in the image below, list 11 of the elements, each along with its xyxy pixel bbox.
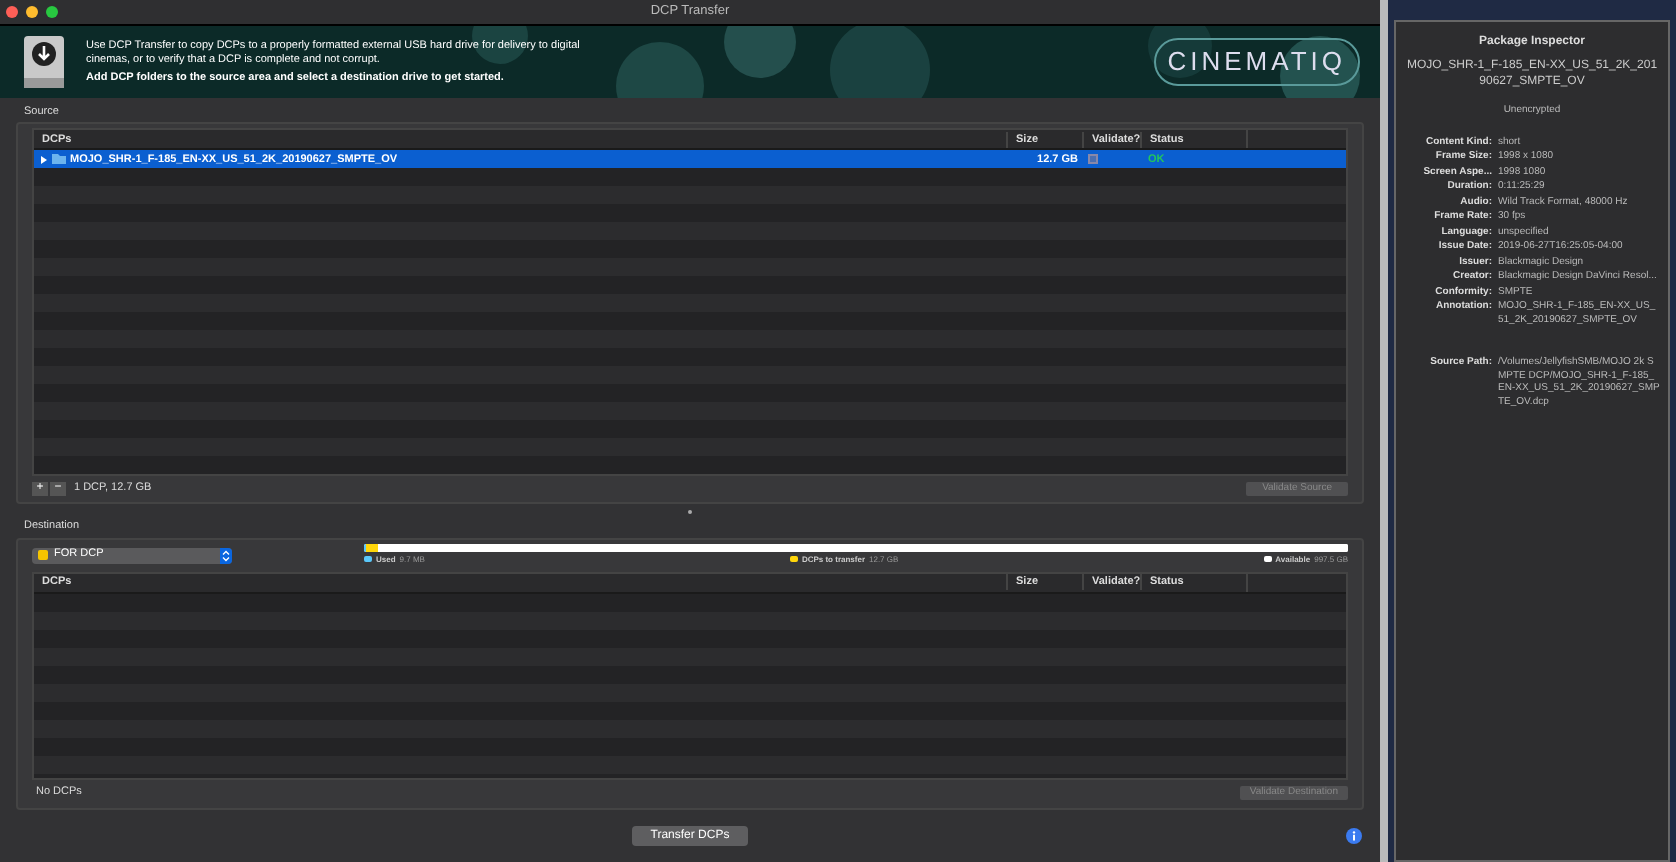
disclosure-icon[interactable] [40,155,48,164]
checkbox[interactable] [1088,154,1098,165]
logo: CINEMATIQ [1153,38,1360,86]
split-handle-icon[interactable] [688,509,692,514]
drive-icon [22,34,66,90]
drive-icon [38,550,48,560]
close-button[interactable] [6,6,18,18]
chevron-icon [220,547,232,563]
info-icon[interactable] [1346,827,1362,844]
minimize-button[interactable] [26,6,38,18]
zoom-button[interactable] [46,6,58,18]
